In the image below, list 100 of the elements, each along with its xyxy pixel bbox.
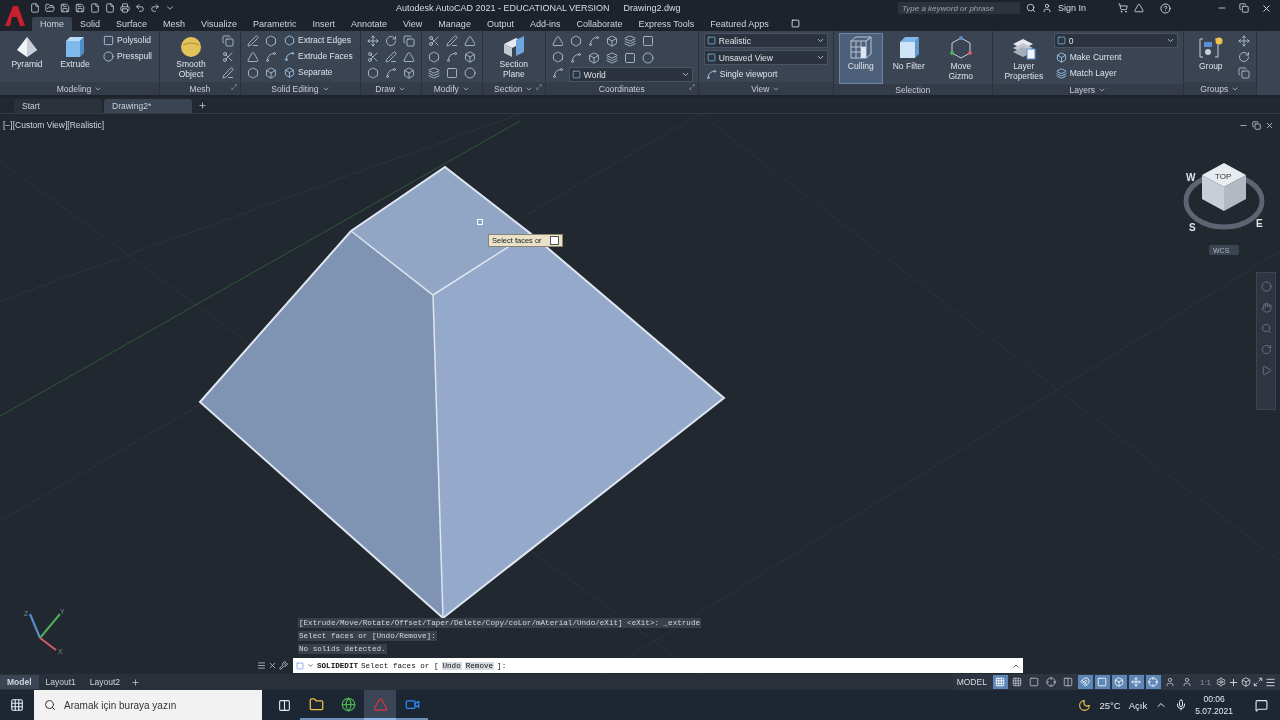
tool-button[interactable]: [604, 51, 619, 65]
tool-button[interactable]: [401, 34, 416, 48]
cart-icon[interactable]: [1118, 3, 1128, 13]
ribbon-tab[interactable]: Add-ins: [521, 17, 569, 31]
hand-icon[interactable]: [1260, 301, 1272, 313]
tool-button[interactable]: [550, 50, 565, 64]
wrench-icon[interactable]: [279, 661, 288, 671]
ribbon-button[interactable]: Extrude Faces: [281, 49, 355, 63]
ribbon-button[interactable]: Presspull: [101, 49, 154, 63]
launcher-icon[interactable]: [230, 84, 237, 90]
tool-button[interactable]: [220, 50, 235, 64]
tool-button[interactable]: [1236, 34, 1251, 48]
close-icon[interactable]: [1261, 2, 1272, 14]
search-field[interactable]: Type a keyword or phrase: [897, 2, 1020, 14]
tool-button[interactable]: [401, 66, 416, 80]
tool-button[interactable]: [622, 34, 637, 48]
tool-button[interactable]: [1236, 50, 1251, 64]
tool-button[interactable]: [586, 51, 601, 65]
dropdown[interactable]: 0: [1053, 33, 1178, 48]
ribbon-tab[interactable]: Visualize: [193, 17, 245, 31]
ribbon-button[interactable]: Separate: [281, 65, 355, 79]
clock-date[interactable]: 5.07.2021: [1195, 706, 1233, 716]
ribbon-tab[interactable]: Express Tools: [630, 17, 703, 31]
tool-button[interactable]: [426, 34, 441, 48]
plus-icon[interactable]: [1228, 676, 1239, 688]
notification-icon[interactable]: [1255, 698, 1268, 712]
tool-button[interactable]: [383, 50, 398, 64]
tool-button[interactable]: [263, 34, 278, 48]
status-toggle[interactable]: [1111, 675, 1127, 689]
fullscreen-icon[interactable]: [1253, 677, 1263, 687]
status-toggle[interactable]: [1077, 675, 1093, 689]
folder-icon[interactable]: [45, 3, 55, 13]
status-toggle[interactable]: [1128, 675, 1144, 689]
square-icon[interactable]: [549, 235, 559, 245]
caret-icon[interactable]: [165, 3, 175, 13]
dropdown[interactable]: World: [568, 67, 693, 82]
ribbon-tab[interactable]: Insert: [304, 17, 343, 31]
dropdown[interactable]: Unsaved View: [703, 50, 828, 65]
tool-button[interactable]: [640, 51, 655, 65]
ribbon-button[interactable]: Group: [1188, 33, 1233, 82]
tool-button[interactable]: [444, 34, 459, 48]
ribbon-button[interactable]: Extrude: [53, 33, 97, 82]
tool-button[interactable]: [462, 50, 477, 64]
status-toggle[interactable]: [1094, 675, 1110, 689]
cube-icon[interactable]: [1241, 677, 1251, 687]
grip-icon[interactable]: [257, 661, 266, 671]
close-icon[interactable]: [1265, 120, 1274, 130]
windows-icon[interactable]: [10, 698, 24, 712]
ribbon-tab[interactable]: Annotate: [342, 17, 395, 31]
viewcube-label[interactable]: TOP: [1215, 171, 1232, 181]
add-icon[interactable]: [198, 101, 207, 111]
caret-icon[interactable]: [307, 662, 314, 670]
ribbon-button[interactable]: Section Plane: [487, 33, 540, 82]
file-icon[interactable]: [30, 3, 40, 13]
tool-button[interactable]: [462, 66, 477, 80]
annotation-scale[interactable]: 1:1: [1196, 677, 1214, 687]
tool-button[interactable]: [444, 50, 459, 64]
ribbon-tab[interactable]: Featured Apps: [702, 17, 777, 31]
add-icon[interactable]: [131, 677, 141, 687]
sign-in-link[interactable]: Sign In: [1057, 3, 1086, 13]
restore-icon[interactable]: [1252, 120, 1261, 130]
tool-button[interactable]: [263, 50, 278, 64]
restore-icon[interactable]: [1239, 3, 1249, 13]
tool-button[interactable]: [1236, 66, 1251, 80]
tool-button[interactable]: [383, 66, 398, 80]
panel-title[interactable]: View: [751, 83, 770, 94]
tool-button[interactable]: [245, 50, 260, 64]
status-toggle[interactable]: [1145, 675, 1161, 689]
status-toggle[interactable]: [1043, 675, 1059, 689]
ribbon-tab[interactable]: View: [395, 17, 431, 31]
document-tab[interactable]: Start: [14, 98, 102, 113]
tool-button[interactable]: [586, 34, 601, 48]
viewcube-drawing[interactable]: [1183, 162, 1265, 230]
tool-button[interactable]: [640, 34, 655, 48]
ribbon-button[interactable]: Pyramid: [5, 33, 49, 82]
ribbon-button[interactable]: Single viewport: [703, 67, 828, 81]
tool-button[interactable]: [220, 34, 235, 48]
ribbon-button[interactable]: Match Layer: [1053, 66, 1178, 80]
document-tab[interactable]: Drawing2*: [104, 98, 192, 113]
tool-button[interactable]: [568, 51, 583, 65]
panel-title[interactable]: Modeling: [56, 83, 92, 94]
tool-button[interactable]: [426, 50, 441, 64]
settings-icon[interactable]: [1216, 677, 1226, 687]
temperature[interactable]: 25°C: [1099, 699, 1121, 711]
layout-tab[interactable]: Model: [0, 675, 39, 689]
ribbon-button[interactable]: Polysolid: [101, 33, 154, 47]
tool-button[interactable]: [462, 34, 477, 48]
weather-text[interactable]: Açık: [1128, 699, 1148, 711]
tool-button[interactable]: [622, 51, 637, 65]
close-icon[interactable]: [268, 661, 277, 671]
tool-button[interactable]: [245, 34, 260, 48]
launcher-icon[interactable]: [535, 84, 542, 90]
ribbon-button[interactable]: Culling: [838, 33, 883, 84]
tool-button[interactable]: [365, 34, 380, 48]
tool-button[interactable]: [401, 50, 416, 64]
task-view-icon[interactable]: [277, 698, 291, 712]
help-icon[interactable]: [1160, 2, 1171, 14]
print-icon[interactable]: [120, 3, 130, 13]
compass-label[interactable]: S: [1189, 221, 1196, 233]
ribbon-button[interactable]: Extract Edges: [281, 33, 355, 47]
